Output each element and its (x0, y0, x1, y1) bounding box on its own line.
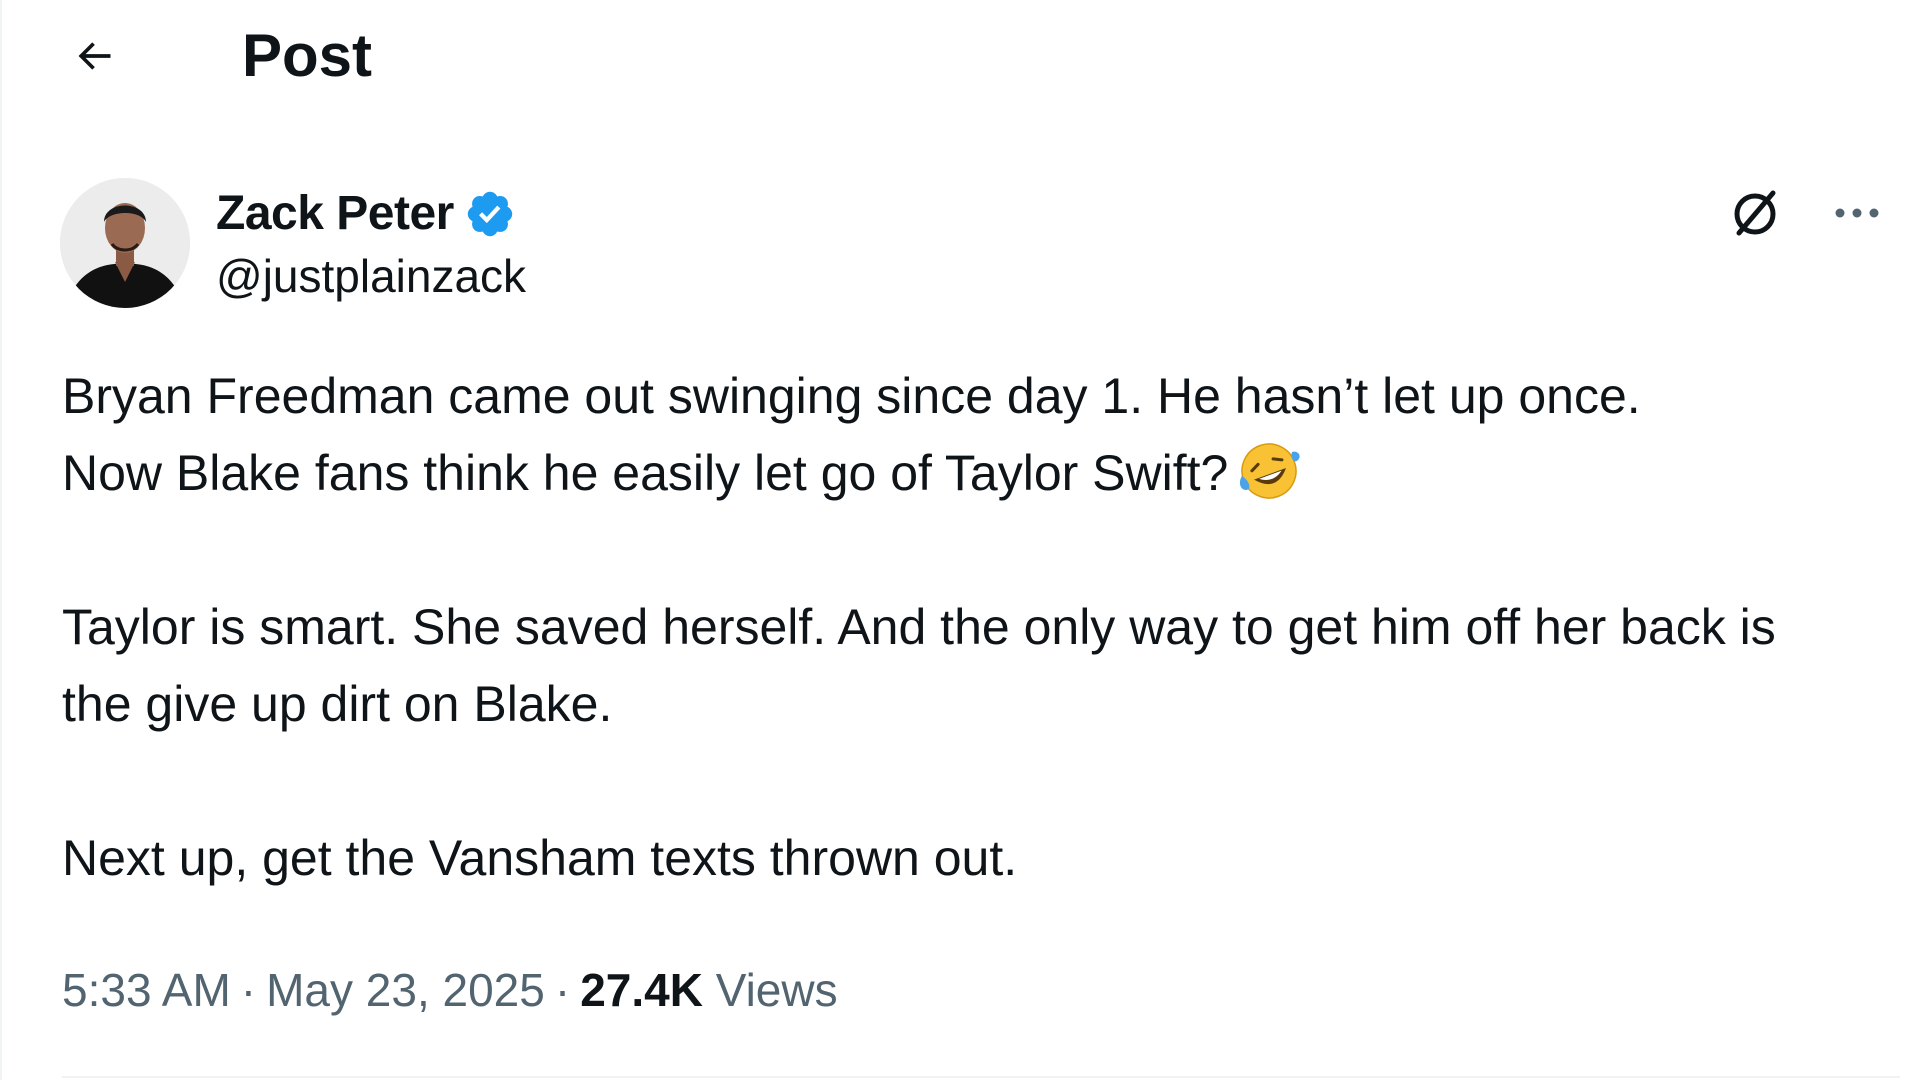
grok-button[interactable] (1720, 178, 1790, 248)
tweet-line: Bryan Freedman came out swinging since d… (62, 368, 1641, 424)
author-row: Zack Peter @justplainzack (60, 178, 1900, 310)
tweet-paragraph: Bryan Freedman came out swinging since d… (62, 358, 1852, 512)
divider (62, 1076, 1900, 1078)
views-label: Views (715, 964, 838, 1016)
author-names: Zack Peter @justplainzack (216, 184, 526, 306)
tweet-meta: 5:33 AM · May 23, 2025 · 27.4K Views (62, 960, 838, 1020)
views-count: 27.4K (580, 964, 703, 1016)
post-header: Post (2, 0, 1920, 110)
page-title: Post (242, 22, 373, 89)
post-page: Post Zack Peter @justplainzack Bryan Fre… (0, 0, 1920, 1080)
meta-separator: · (240, 964, 257, 1016)
more-horizontal-icon (1835, 208, 1879, 218)
rofl-emoji-icon (1240, 443, 1300, 499)
back-button[interactable] (62, 24, 126, 88)
meta-separator: · (554, 964, 571, 1016)
avatar-image (60, 178, 190, 308)
tweet-paragraph: Next up, get the Vansham texts thrown ou… (62, 830, 1018, 886)
tweet-paragraph: Taylor is smart. She saved herself. And … (62, 599, 1776, 732)
display-name-line: Zack Peter (216, 184, 526, 244)
avatar[interactable] (60, 178, 190, 308)
author-display-name[interactable]: Zack Peter (216, 184, 454, 244)
author-handle[interactable]: @justplainzack (216, 246, 526, 306)
tweet-time[interactable]: 5:33 AM (62, 964, 231, 1016)
tweet-line: Now Blake fans think he easily let go of… (62, 445, 1229, 501)
verified-badge-icon[interactable] (464, 188, 516, 240)
arrow-left-icon (78, 42, 111, 70)
tweet-date[interactable]: May 23, 2025 (266, 964, 545, 1016)
more-options-button[interactable] (1822, 178, 1892, 248)
grok-icon (1734, 190, 1776, 236)
tweet-text: Bryan Freedman came out swinging since d… (62, 358, 1852, 897)
